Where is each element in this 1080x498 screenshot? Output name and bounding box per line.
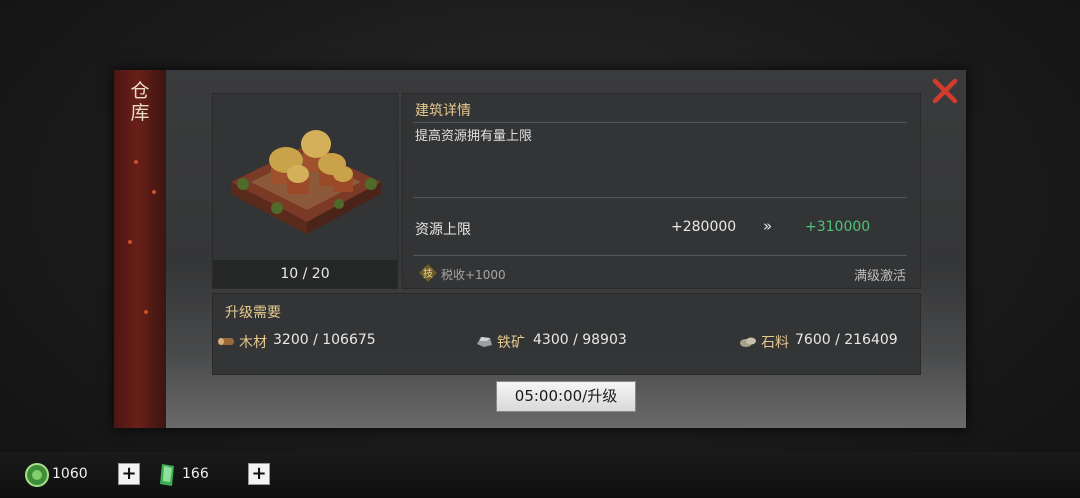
- close-icon[interactable]: [932, 78, 958, 104]
- add-jade-button[interactable]: +: [118, 463, 140, 485]
- requirement-wood: 木材 3200 / 106675: [217, 332, 437, 352]
- side-banner: 仓库: [114, 70, 166, 428]
- requirement-stone: 石料 7600 / 216409: [739, 332, 919, 352]
- stat-arrow: »: [763, 217, 773, 235]
- jade-amount: 1060: [52, 466, 88, 482]
- jade-coin-icon: [25, 463, 49, 487]
- building-details-panel: 建筑详情 提高资源拥有量上限 资源上限 +280000 » +310000 技 …: [402, 93, 921, 289]
- requirement-name: 铁矿: [497, 335, 525, 351]
- divider: [413, 255, 907, 256]
- stat-current-value: +280000: [671, 219, 737, 235]
- tech-bonus: 税收+1000: [441, 268, 506, 282]
- building-level: 10 / 20: [213, 260, 397, 288]
- requirement-value: 3200 / 106675: [273, 332, 376, 348]
- requirements-title: 升级需要: [225, 305, 281, 321]
- stat-next-value: +310000: [805, 219, 871, 235]
- requirement-iron: 铁矿 4300 / 98903: [475, 332, 695, 352]
- upgrade-button[interactable]: 05:00:00/升级: [496, 381, 636, 412]
- requirement-value: 7600 / 216409: [795, 332, 898, 348]
- tech-badge-icon: 技: [419, 264, 437, 282]
- add-token-button[interactable]: +: [248, 463, 270, 485]
- resource-jade: 1060 +: [24, 460, 144, 490]
- resource-token: 166 +: [154, 460, 274, 490]
- resource-bar: 1060 + 166 +: [0, 452, 1080, 498]
- green-token-icon: [160, 464, 174, 486]
- stat-label: 资源上限: [415, 222, 471, 238]
- details-title: 建筑详情: [415, 103, 471, 119]
- tech-badge-label: 技: [423, 267, 433, 280]
- requirement-name: 木材: [239, 335, 267, 351]
- divider: [413, 197, 907, 198]
- details-description: 提高资源拥有量上限: [415, 129, 533, 144]
- token-amount: 166: [182, 466, 209, 482]
- warehouse-building-image: [231, 130, 381, 234]
- warehouse-dialog: 仓库 10 / 20 建筑详情 提高资源拥有量上限 资源上限 +280000 »…: [114, 70, 966, 428]
- iron-ore-icon: [477, 337, 492, 347]
- requirement-name: 石料: [761, 335, 789, 351]
- building-preview: 10 / 20: [212, 93, 398, 289]
- upgrade-requirements-panel: 升级需要 木材 3200 / 106675 铁矿 4300 / 98903 石料: [212, 293, 921, 375]
- divider: [413, 122, 907, 123]
- dialog-title: 仓库: [130, 80, 150, 124]
- max-level-note: 满级激活: [853, 269, 906, 284]
- requirement-value: 4300 / 98903: [533, 332, 627, 348]
- wood-log-icon: [218, 338, 234, 345]
- stone-icon: [740, 337, 756, 347]
